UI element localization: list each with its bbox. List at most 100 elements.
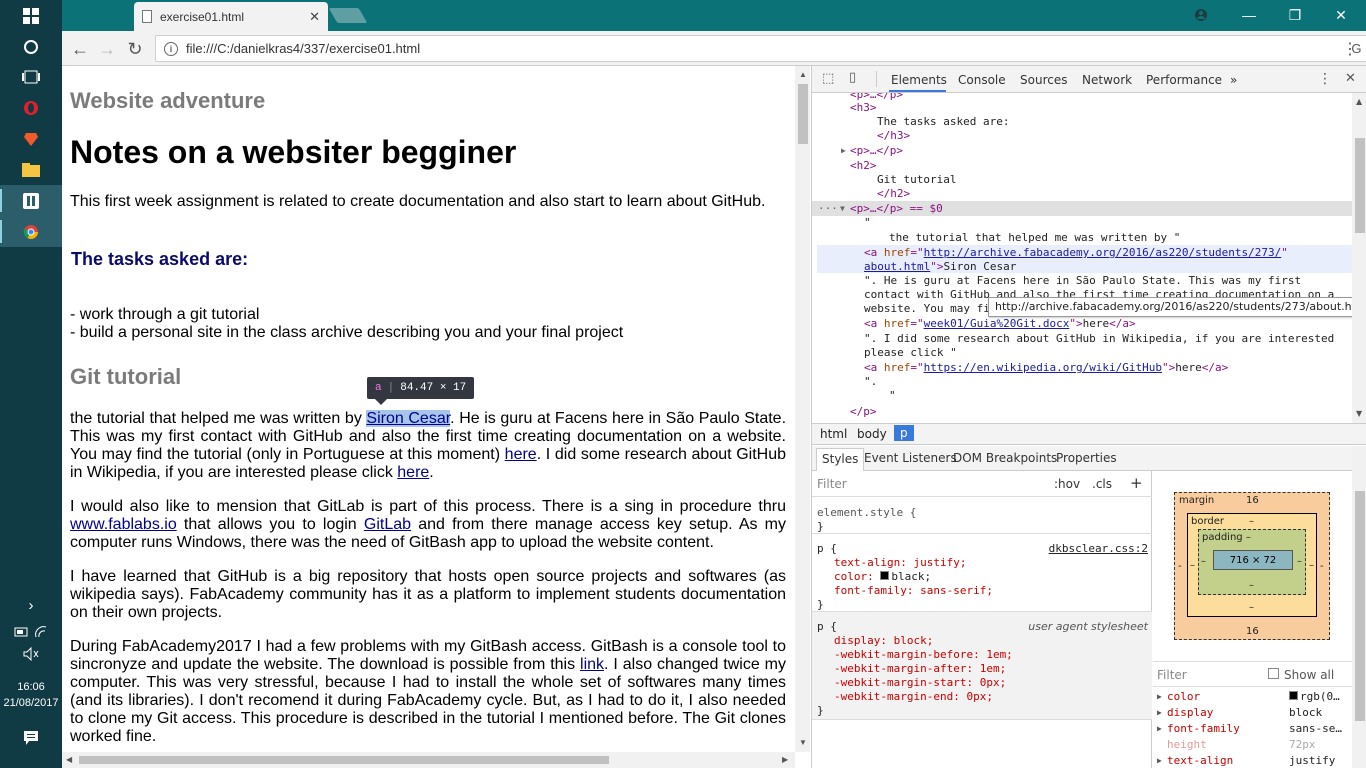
computed-property[interactable]: height 72px xyxy=(1153,738,1352,754)
collapse-triangle-icon[interactable]: ▼ xyxy=(840,202,845,216)
page-vertical-scrollbar[interactable]: ▲ ▼ xyxy=(795,66,810,752)
dom-anchor-line[interactable]: about.html">Siron Cesar xyxy=(864,260,1016,274)
browser-tab[interactable]: exercise01.html ✕ xyxy=(134,2,328,31)
color-swatch[interactable] xyxy=(880,571,890,580)
expand-triangle-icon[interactable]: ▶ xyxy=(841,144,846,158)
crumb-p[interactable]: p xyxy=(894,425,914,441)
padding-top-value[interactable]: – xyxy=(1246,532,1251,543)
reload-icon[interactable]: ↻ xyxy=(123,37,147,61)
css-property[interactable]: font-family: sans-serif; xyxy=(834,584,993,598)
wikipedia-here-link[interactable]: here xyxy=(397,464,429,481)
dom-href[interactable]: https://en.wikipedia.org/wiki/GitHub xyxy=(924,361,1162,374)
scroll-thumb[interactable] xyxy=(1355,138,1365,233)
box-model-margin[interactable]: margin 16 16 - - border – – – – padding … xyxy=(1174,492,1330,640)
task-view-icon[interactable] xyxy=(0,61,62,92)
dom-anchor-line[interactable]: <a href="http://archive.fabacademy.org/2… xyxy=(864,246,1288,260)
scroll-thumb[interactable] xyxy=(798,84,808,144)
margin-bottom-value[interactable]: 16 xyxy=(1246,626,1259,637)
scroll-left-icon[interactable]: ◀ xyxy=(66,755,72,764)
info-icon[interactable]: i xyxy=(164,41,178,56)
tab-console[interactable]: Console xyxy=(958,73,1006,87)
border-right-value[interactable]: – xyxy=(1309,560,1314,571)
new-rule-button[interactable]: + xyxy=(1130,474,1143,492)
download-link[interactable]: link xyxy=(580,656,604,673)
action-center-icon[interactable] xyxy=(0,722,62,753)
scroll-up-icon[interactable]: ▲ xyxy=(1356,97,1362,106)
chrome-menu-icon[interactable]: ⋮ xyxy=(1338,37,1362,61)
box-model-padding[interactable]: padding – – – – 716 × 72 xyxy=(1198,529,1306,595)
styles-scrollbar[interactable] xyxy=(1352,446,1366,768)
border-top-value[interactable]: – xyxy=(1249,516,1254,527)
margin-left-value[interactable]: - xyxy=(1178,561,1182,572)
computed-property[interactable]: ▶ display block xyxy=(1153,706,1352,722)
border-bottom-value[interactable]: – xyxy=(1249,602,1254,613)
file-explorer-icon[interactable] xyxy=(0,154,62,185)
dom-anchor-line[interactable]: <a href="week01/Guia%20Git.docx">here</a… xyxy=(864,317,1136,331)
dom-line[interactable]: <h2> xyxy=(850,159,877,173)
siron-cesar-link[interactable]: Siron Cesar xyxy=(366,410,451,427)
computed-filter-input[interactable]: Filter xyxy=(1157,668,1187,682)
scroll-down-icon[interactable]: ▼ xyxy=(799,738,807,747)
tab-sources[interactable]: Sources xyxy=(1020,73,1067,87)
expand-triangle-icon[interactable]: ▶ xyxy=(1157,708,1162,717)
scroll-right-icon[interactable]: ▶ xyxy=(782,755,788,764)
dom-href[interactable]: http://archive.fabacademy.org/2016/as220… xyxy=(924,246,1282,259)
scroll-thumb[interactable] xyxy=(79,756,609,764)
restore-icon[interactable]: ❐ xyxy=(1272,0,1318,30)
inspect-element-icon[interactable]: ⬚ xyxy=(822,71,834,86)
scroll-thumb[interactable] xyxy=(1355,491,1365,721)
tab-properties[interactable]: Properties xyxy=(1056,451,1117,465)
close-window-icon[interactable]: ✕ xyxy=(1318,0,1364,30)
taskbar-clock[interactable]: 16:06 21/08/2017 xyxy=(0,679,62,711)
dom-scrollbar[interactable]: ▲ ▼ xyxy=(1352,93,1366,423)
tab-dom-breakpoints[interactable]: DOM Breakpoints xyxy=(953,451,1057,465)
rule-selector[interactable]: p { xyxy=(817,620,837,634)
scroll-up-icon[interactable]: ▲ xyxy=(799,70,807,79)
padding-right-value[interactable]: – xyxy=(1297,556,1302,567)
rule-source-link[interactable]: dkbsclear.css:2 xyxy=(1049,542,1148,555)
margin-right-value[interactable]: - xyxy=(1320,561,1324,572)
show-all-checkbox[interactable] xyxy=(1268,668,1279,679)
tab-styles[interactable]: Styles xyxy=(816,448,865,471)
computed-property[interactable]: ▶ font-family sans-se… xyxy=(1153,722,1352,738)
expand-triangle-icon[interactable]: ▶ xyxy=(1157,756,1162,765)
app-icon[interactable] xyxy=(0,185,62,216)
volume-icon[interactable] xyxy=(0,638,62,669)
opera-icon[interactable] xyxy=(0,92,62,123)
forward-icon[interactable]: → xyxy=(95,37,119,61)
device-toolbar-icon[interactable]: ▯ xyxy=(849,70,856,85)
dom-href[interactable]: week01/Guia%20Git.docx xyxy=(924,317,1070,330)
devtools-menu-icon[interactable]: ⋮ xyxy=(1318,71,1332,87)
tab-network[interactable]: Network xyxy=(1082,73,1132,87)
tab-event-listeners[interactable]: Event Listeners xyxy=(864,451,957,465)
devtools-close-icon[interactable]: ✕ xyxy=(1345,71,1356,86)
address-bar[interactable]: i file:///C:/danielkras4/337/exercise01.… xyxy=(155,35,1366,62)
computed-property[interactable]: ▶ text-align justify xyxy=(1153,754,1352,768)
fablabs-link[interactable]: www.fablabs.io xyxy=(70,516,177,533)
css-property[interactable]: color: black; xyxy=(834,570,931,584)
new-tab-button[interactable] xyxy=(328,8,368,23)
styles-filter-input[interactable]: Filter xyxy=(817,477,847,491)
dom-line[interactable]: </p> xyxy=(850,405,877,419)
computed-property[interactable]: ▶ color rgb(0… xyxy=(1153,690,1352,706)
cls-button[interactable]: .cls xyxy=(1092,477,1112,491)
dom-line[interactable]: <h3> xyxy=(850,101,877,115)
brave-icon[interactable] xyxy=(0,123,62,154)
css-property[interactable]: text-align: justify; xyxy=(834,556,966,570)
scroll-down-icon[interactable]: ▼ xyxy=(1356,409,1362,418)
expand-triangle-icon[interactable]: ▶ xyxy=(1157,692,1162,701)
selected-node[interactable]: <p>…</p> == $0 xyxy=(850,202,943,216)
crumb-body[interactable]: body xyxy=(857,427,887,441)
margin-top-value[interactable]: 16 xyxy=(1246,495,1259,506)
gitlab-link[interactable]: GitLab xyxy=(364,516,411,533)
page-horizontal-scrollbar[interactable]: ◀ ▶ xyxy=(62,752,795,768)
back-icon[interactable]: ← xyxy=(68,37,92,61)
profile-icon[interactable] xyxy=(1178,0,1224,30)
dom-line[interactable]: </h3> xyxy=(877,129,910,143)
tab-elements[interactable]: Elements xyxy=(891,73,947,87)
dom-line[interactable]: <p>…</p> xyxy=(850,144,903,158)
box-model-border[interactable]: border – – – – padding – – – – 716 × 72 xyxy=(1187,513,1317,617)
box-model-content[interactable]: 716 × 72 xyxy=(1213,550,1293,570)
cortana-icon[interactable] xyxy=(0,31,62,62)
chrome-icon[interactable] xyxy=(0,216,62,247)
